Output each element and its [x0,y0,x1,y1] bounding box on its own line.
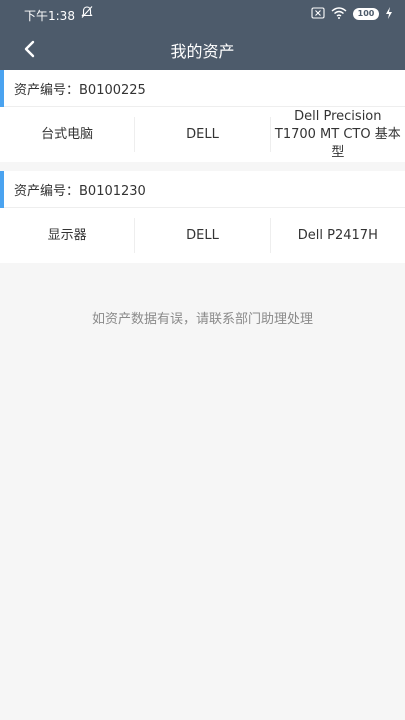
status-time: 下午1:38 [24,9,75,23]
status-icons: 100 [311,6,393,22]
asset-code: 资产编号：B0101230 [14,183,146,199]
asset-model: Dell P2417H [297,227,378,243]
error-contact-hint: 如资产数据有误，请联系部门助理处理 [91,312,313,327]
asset-detail-row: 台式电脑 DELL Dell Precision T1700 MT CTO 基本… [0,107,405,162]
asset-card[interactable]: 资产编号：B0101230 显示器 DELL Dell P2417H [0,171,405,263]
app-header: 下午1:38 100 我的资产 [0,0,405,70]
status-bar: 下午1:38 100 [0,0,405,28]
asset-brand: DELL [186,227,219,243]
sim-error-icon [311,6,325,22]
nav-bar: 我的资产 [0,28,405,70]
asset-card[interactable]: 资产编号：B0100225 台式电脑 DELL Dell Precision T… [0,70,405,162]
asset-brand: DELL [186,126,219,142]
do-not-disturb-icon [80,5,96,21]
asset-code: 资产编号：B0100225 [14,82,146,98]
accent-bar [0,70,4,107]
asset-type: 台式电脑 [41,126,94,142]
asset-card-header: 资产编号：B0101230 [0,171,405,208]
asset-type: 显示器 [47,227,87,243]
asset-card-header: 资产编号：B0100225 [0,70,405,107]
asset-detail-row: 显示器 DELL Dell P2417H [0,208,405,263]
battery-icon: 100 [353,8,379,20]
wifi-icon [331,6,347,22]
asset-model: Dell Precision T1700 MT CTO 基本型 [274,108,401,160]
page-title: 我的资产 [170,42,235,61]
charging-icon [385,6,393,22]
accent-bar [0,171,4,208]
